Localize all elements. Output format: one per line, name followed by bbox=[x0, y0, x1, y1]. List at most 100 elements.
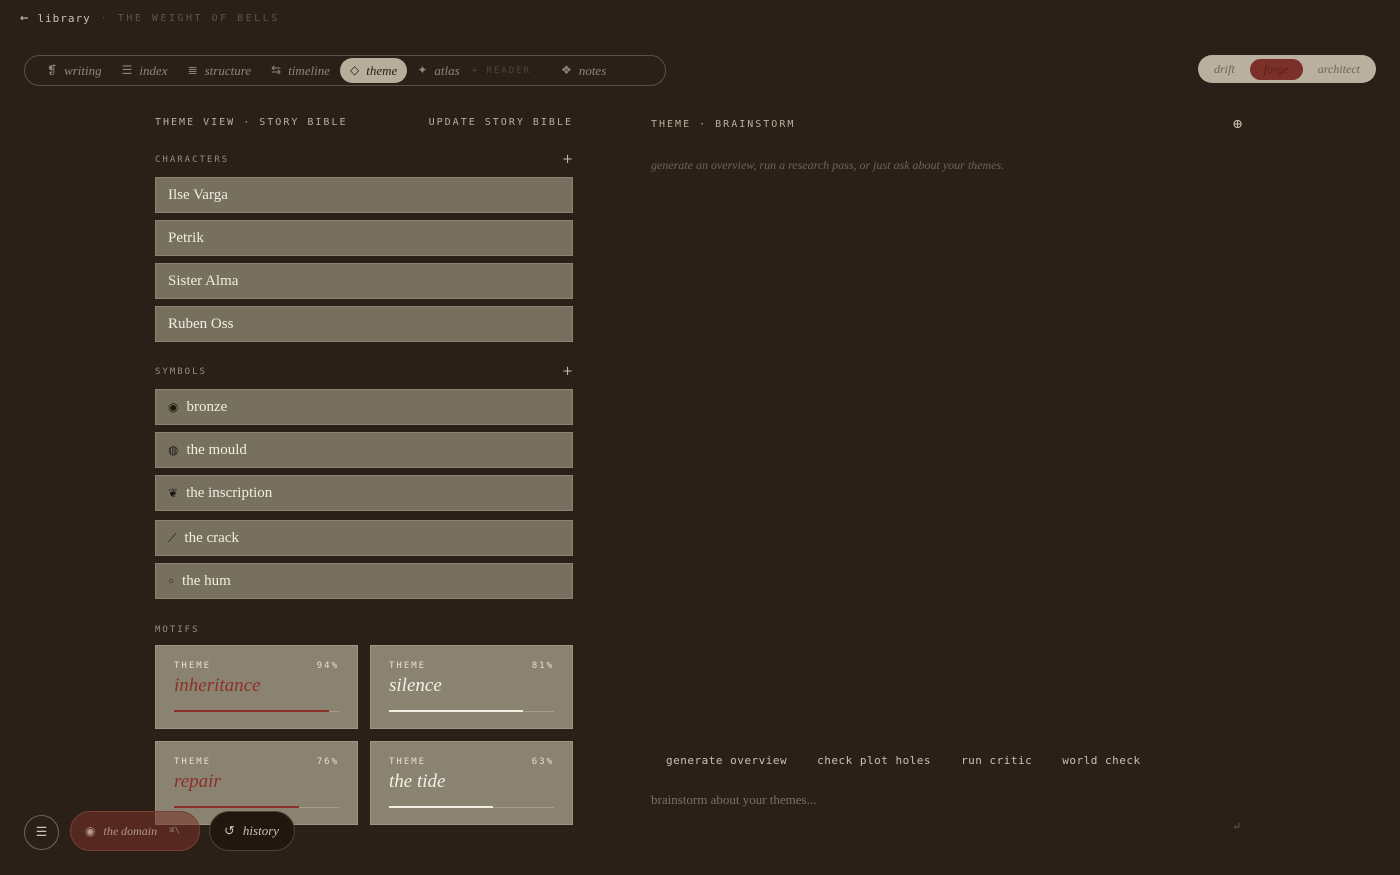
slash-icon: ⟋ bbox=[168, 530, 177, 545]
motif-strength-fill bbox=[389, 806, 493, 808]
characters-label: CHARACTERS bbox=[155, 154, 230, 165]
mode-switch: drift forge architect bbox=[1198, 55, 1376, 83]
tab-writing[interactable]: ❡ writing bbox=[37, 58, 112, 83]
floral-heart-icon: ❦ bbox=[168, 485, 179, 500]
character-name: Ilse Varga bbox=[168, 186, 228, 203]
character-card[interactable]: Petrik bbox=[155, 220, 573, 256]
character-name: Petrik bbox=[168, 229, 204, 246]
motif-percent: 63% bbox=[531, 757, 554, 767]
tab-label: notes bbox=[578, 62, 607, 78]
panel-title: THEME VIEW · STORY BIBLE bbox=[155, 117, 348, 128]
pilcrow-icon: ❡ bbox=[47, 63, 58, 77]
motif-card[interactable]: THEME 63% the tide bbox=[370, 741, 573, 825]
tab-theme[interactable]: ◇ theme bbox=[340, 58, 408, 83]
check-plot-holes-button[interactable]: check plot holes bbox=[802, 754, 946, 767]
symbol-name: the inscription bbox=[186, 484, 273, 501]
tab-structure[interactable]: ≣ structure bbox=[178, 58, 262, 83]
character-name: Ruben Oss bbox=[168, 315, 234, 332]
menu-button[interactable]: ☰ bbox=[24, 815, 59, 850]
brainstorm-title: THEME · BRAINSTORM bbox=[651, 119, 796, 130]
motif-kind: THEME bbox=[389, 661, 427, 671]
diamond-icon: ◇ bbox=[350, 63, 360, 77]
motif-name: repair bbox=[174, 771, 221, 792]
symbols-label: SYMBOLS bbox=[155, 366, 207, 377]
motif-kind: THEME bbox=[174, 661, 212, 671]
update-story-bible-button[interactable]: UPDATE STORY BIBLE bbox=[429, 117, 573, 128]
history-icon: ↺ bbox=[224, 823, 235, 838]
target-icon: ◉ bbox=[85, 823, 96, 838]
run-critic-button[interactable]: run critic bbox=[946, 754, 1047, 767]
motif-grid: THEME 94% inheritance THEME 81% silence TH… bbox=[155, 645, 573, 825]
add-character-button[interactable]: + bbox=[562, 152, 573, 167]
new-session-icon[interactable]: ⊕ bbox=[1232, 117, 1243, 132]
motif-percent: 76% bbox=[316, 757, 339, 767]
tab-index[interactable]: ☰ index bbox=[112, 58, 178, 83]
symbol-card[interactable]: ❦ the inscription bbox=[155, 475, 573, 511]
motifs-label: MOTIFS bbox=[155, 625, 200, 635]
motif-strength-bar bbox=[174, 710, 339, 712]
back-to-library-link[interactable]: ← library bbox=[20, 10, 91, 26]
motif-strength-bar bbox=[389, 806, 554, 808]
character-card[interactable]: Sister Alma bbox=[155, 263, 573, 299]
sparkle-icon: ✦ bbox=[417, 63, 428, 77]
motif-strength-fill bbox=[174, 710, 330, 712]
mode-forge[interactable]: forge bbox=[1249, 58, 1303, 80]
symbol-name: the mould bbox=[186, 441, 247, 458]
brainstorm-hint: generate an overview, run a research pas… bbox=[651, 158, 1005, 172]
motif-card[interactable]: THEME 81% silence bbox=[370, 645, 573, 729]
add-reader-button[interactable]: + READER bbox=[472, 66, 531, 76]
generate-overview-button[interactable]: generate overview bbox=[651, 754, 802, 767]
motif-strength-fill bbox=[389, 710, 523, 712]
character-name: Sister Alma bbox=[168, 272, 239, 289]
motif-name: silence bbox=[389, 675, 442, 696]
tab-label: atlas bbox=[434, 62, 460, 78]
motif-strength-fill bbox=[174, 806, 300, 808]
motif-strength-bar bbox=[174, 806, 339, 808]
notes-icon: ❖ bbox=[561, 63, 572, 77]
enter-icon[interactable]: ↵ bbox=[1232, 820, 1241, 833]
history-button[interactable]: ↺ history bbox=[209, 811, 295, 851]
arrow-left-icon: ← bbox=[20, 10, 30, 26]
symbol-card[interactable]: ◉ bronze bbox=[155, 389, 573, 425]
motif-name: the tide bbox=[389, 771, 446, 792]
motif-kind: THEME bbox=[174, 757, 212, 767]
circle-icon: ○ bbox=[168, 575, 175, 587]
arrows-swap-icon: ⇆ bbox=[271, 63, 282, 77]
tab-label: theme bbox=[366, 62, 398, 78]
menu-icon: ☰ bbox=[35, 825, 48, 840]
motif-kind: THEME bbox=[389, 757, 427, 767]
breadcrumb: · THE WEIGHT OF BELLS bbox=[100, 12, 280, 24]
world-check-button[interactable]: world check bbox=[1047, 754, 1155, 767]
add-symbol-button[interactable]: + bbox=[562, 364, 573, 379]
motif-name: inheritance bbox=[174, 675, 261, 696]
character-card[interactable]: Ilse Varga bbox=[155, 177, 573, 213]
characters-header: CHARACTERS + bbox=[155, 152, 573, 167]
story-bible-panel: THEME VIEW · STORY BIBLE UPDATE STORY BI… bbox=[155, 110, 573, 825]
symbols-header: SYMBOLS + bbox=[155, 364, 573, 379]
brainstorm-actions: generate overview check plot holes run c… bbox=[651, 754, 1156, 767]
symbol-card[interactable]: ⟋ the crack bbox=[155, 520, 573, 556]
character-card[interactable]: Ruben Oss bbox=[155, 306, 573, 342]
tab-label: structure bbox=[204, 62, 252, 78]
motif-card[interactable]: THEME 94% inheritance bbox=[155, 645, 358, 729]
mode-drift[interactable]: drift bbox=[1204, 59, 1245, 80]
motif-strength-bar bbox=[389, 710, 554, 712]
motifs-header: MOTIFS bbox=[155, 625, 573, 635]
symbol-card[interactable]: ◍ the mould bbox=[155, 432, 573, 468]
tab-atlas[interactable]: ✦ atlas bbox=[407, 58, 469, 83]
tab-notes[interactable]: ❖ notes bbox=[551, 58, 616, 83]
panel-header: THEME VIEW · STORY BIBLE UPDATE STORY BI… bbox=[155, 117, 573, 128]
list-icon: ☰ bbox=[121, 63, 133, 77]
brainstorm-input[interactable]: brainstorm about your themes... bbox=[651, 792, 1243, 808]
view-tabs: ❡ writing ☰ index ≣ structure ⇆ timeline… bbox=[24, 55, 666, 86]
domain-shortcut: ⌘\ bbox=[169, 826, 180, 836]
tab-timeline[interactable]: ⇆ timeline bbox=[261, 58, 340, 83]
domain-button[interactable]: ◉ the domain ⌘\ bbox=[70, 811, 200, 851]
history-label: history bbox=[242, 823, 280, 838]
symbol-name: the hum bbox=[182, 572, 231, 589]
mode-architect[interactable]: architect bbox=[1308, 59, 1370, 80]
structure-icon: ≣ bbox=[187, 63, 198, 77]
symbol-card[interactable]: ○ the hum bbox=[155, 563, 573, 599]
symbol-name: bronze bbox=[186, 398, 228, 415]
motif-percent: 94% bbox=[316, 661, 339, 671]
